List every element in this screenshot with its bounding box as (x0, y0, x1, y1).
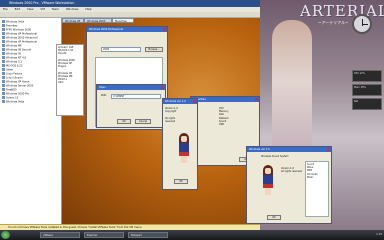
vm-icon (2, 48, 5, 51)
vm-icon (2, 60, 5, 63)
menu-view[interactable]: View (27, 7, 34, 11)
properties-dialog-title[interactable]: Properties (191, 97, 259, 102)
menu-vm[interactable]: VM (40, 7, 44, 11)
tab-windows-xp[interactable]: Windows XP (62, 18, 84, 23)
close-icon[interactable] (161, 86, 164, 89)
vm-icon (2, 52, 5, 55)
vm-icon (2, 76, 5, 79)
wallpaper-logo: ARTERIAL (300, 2, 384, 20)
open-dialog: Open Path: C:\WINNT OK Cancel (96, 84, 166, 128)
about-window-2: Windows ver 1.0 Windows Sound System Ver… (246, 146, 332, 224)
character-illustration (177, 133, 191, 163)
sidebar-item[interactable]: Windows Vista (2, 100, 61, 104)
ok-button[interactable]: OK (117, 119, 131, 124)
character-illustration (261, 165, 275, 195)
folder-icon (2, 24, 5, 27)
about-window-2-title[interactable]: Windows ver 1.0 (247, 147, 331, 152)
menu-edit[interactable]: Edit (15, 7, 20, 11)
close-icon[interactable] (193, 100, 196, 103)
path-input[interactable]: C:\WINNT (111, 94, 161, 99)
vm-icon (2, 100, 5, 103)
vm-icon (2, 92, 5, 95)
about-window-1-text: Version 1.0 Copyright All rights reserve… (165, 107, 178, 123)
vm-icon (2, 36, 5, 39)
vm-library-sidebar: Windows Vista Favorites FFFE Windows 200… (0, 18, 62, 224)
system-tray-clock[interactable]: 1:23 (340, 231, 384, 239)
vm-icon (2, 56, 5, 59)
about-window-2-heading: Windows Sound System (261, 155, 289, 158)
vm-icon (2, 28, 5, 31)
vm-icon (2, 96, 5, 99)
vm-icon (2, 84, 5, 87)
vm-icon (2, 88, 5, 91)
start-button[interactable] (1, 231, 10, 239)
main-dialog-title[interactable]: Windows 2000 Professional (87, 27, 167, 32)
vmware-title-bar[interactable]: Windows 2000 Pro - VMware Workstation (0, 0, 260, 7)
vm-icon (2, 68, 5, 71)
left-panel-text: ActiveX / OLE MS-DOS 7.10 DirectX Window… (56, 44, 84, 116)
menu-file[interactable]: File (3, 7, 8, 11)
clock-gadget[interactable] (352, 14, 372, 34)
vm-icon (2, 20, 5, 23)
taskbar-item[interactable]: Explorer (84, 232, 124, 238)
about-window-1: Windows ver 1.0 Version 1.0 Copyright Al… (162, 98, 198, 190)
vm-icon (2, 40, 5, 43)
vm-icon (2, 72, 5, 75)
properties-text: CPU Memory Disk Network Sound USB (219, 107, 229, 127)
vm-icon (2, 32, 5, 35)
open-dialog-prompt: Path: (101, 94, 107, 97)
about-window-2-text: Version 1.0 All rights reserved (281, 167, 302, 174)
menu-help[interactable]: Help (85, 7, 91, 11)
vm-icon (2, 80, 5, 83)
wallpaper-subtitle: ~アーテリアル~ (318, 20, 349, 25)
close-icon[interactable] (327, 148, 330, 151)
menu-team[interactable]: Team (52, 7, 59, 11)
about-window-2-ok-button[interactable]: OK (267, 215, 281, 220)
browse-button[interactable]: Browse... (145, 47, 163, 52)
vm-icon (2, 44, 5, 47)
cancel-button[interactable]: Cancel (135, 119, 151, 124)
network-gadget[interactable]: Net (352, 98, 382, 110)
close-icon[interactable] (255, 98, 258, 101)
menu-windows[interactable]: Windows (66, 7, 79, 11)
about-window-1-title[interactable]: Windows ver 1.0 (163, 99, 197, 104)
about-window-2-list: Sound Wave MIDI CD Audio Mixer (305, 161, 329, 217)
tab-windows-2000[interactable]: Windows 2000 (84, 18, 112, 23)
open-dialog-title[interactable]: Open (97, 85, 165, 90)
taskbar-item[interactable]: VMware (40, 232, 80, 238)
close-icon[interactable] (163, 28, 166, 31)
cpu-gadget[interactable]: CPU 12% (352, 70, 382, 82)
tab-mandriva[interactable]: Mandriva (112, 18, 134, 23)
taskbar-item[interactable]: Notepad (128, 232, 168, 238)
main-dialog-field[interactable]: 2000 (101, 47, 141, 52)
about-window-1-ok-button[interactable]: OK (174, 179, 188, 184)
vm-icon (2, 64, 5, 67)
memory-gadget[interactable]: Mem 38% (352, 84, 382, 96)
